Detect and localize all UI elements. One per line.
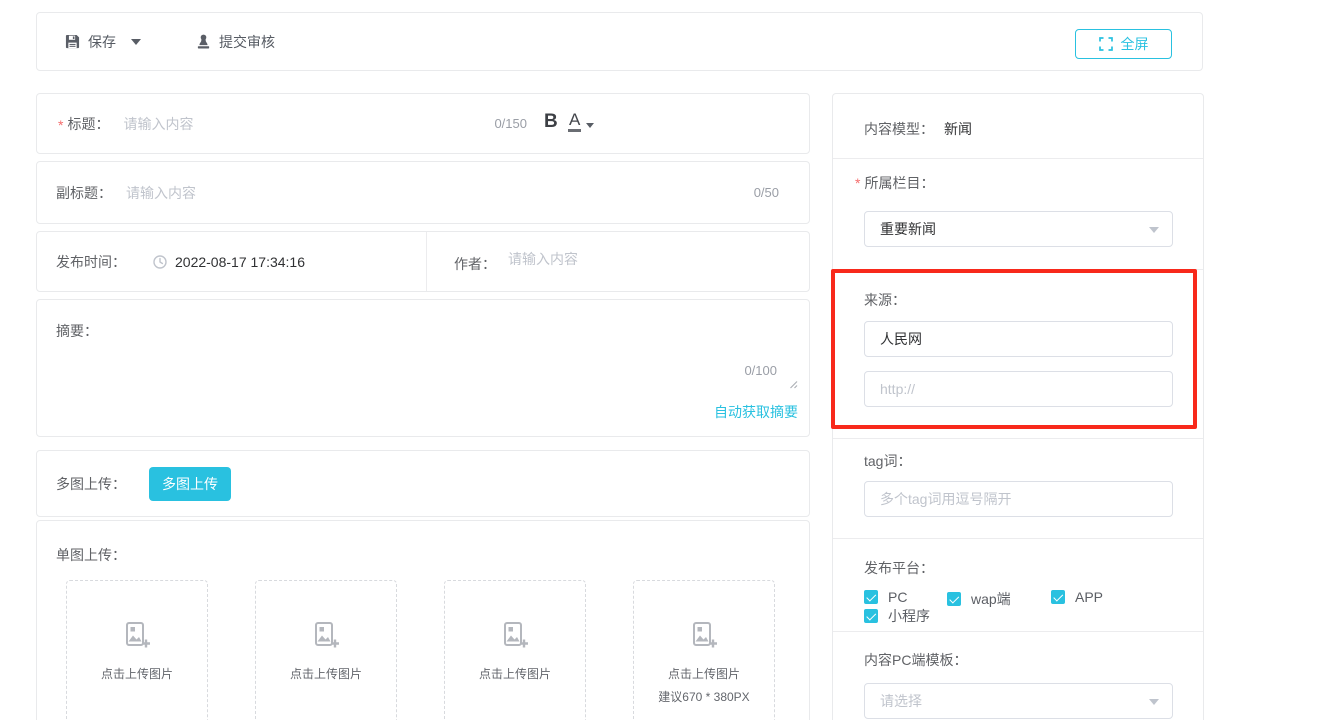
- save-button[interactable]: 保存: [65, 13, 141, 70]
- section-divider: [833, 438, 1203, 439]
- source-label: 来源：: [864, 292, 906, 308]
- multi-upload-button[interactable]: 多图上传: [149, 467, 231, 501]
- auto-fetch-summary-link[interactable]: 自动获取摘要: [714, 402, 798, 422]
- summary-counter: 0/100: [744, 363, 777, 378]
- upload-box[interactable]: 点击上传图片 建议670 * 380PX: [633, 580, 775, 720]
- checkbox-wap[interactable]: wap端: [947, 589, 1011, 609]
- required-asterisk: *: [58, 117, 64, 133]
- summary-textarea[interactable]: [117, 308, 801, 393]
- fullscreen-label: 全屏: [1120, 36, 1149, 52]
- checkbox-pc[interactable]: PC: [864, 589, 907, 605]
- chevron-down-icon: [131, 38, 141, 45]
- subtitle-counter: 0/50: [753, 185, 779, 200]
- author-label: 作者：: [454, 256, 496, 272]
- cms-article-editor: 保存 提交审核 全屏 * 标题： 0/150 B A: [0, 0, 1319, 720]
- summary-field: 摘要： 0/100 自动获取摘要: [36, 299, 810, 437]
- chevron-down-icon: [1149, 227, 1159, 233]
- pc-template-select[interactable]: 请选择: [864, 683, 1173, 719]
- submit-review-button[interactable]: 提交审核: [196, 13, 275, 70]
- checkbox-checked-icon: [864, 609, 878, 623]
- subtitle-label: 副标题：: [56, 184, 112, 201]
- category-select-value: 重要新闻: [880, 221, 936, 237]
- category-select[interactable]: 重要新闻: [864, 211, 1173, 247]
- field-divider: [426, 232, 427, 291]
- checkbox-app[interactable]: APP: [1051, 589, 1103, 605]
- title-input[interactable]: [123, 115, 424, 132]
- content-model-value: 新闻: [944, 121, 972, 137]
- save-label: 保存: [88, 33, 116, 50]
- upload-box[interactable]: 点击上传图片: [444, 580, 586, 720]
- article-settings-panel: 内容模型： 新闻 * 所属栏目： 重要新闻 来源： tag词： 发布平台： PC: [832, 93, 1204, 720]
- tag-input[interactable]: [864, 481, 1173, 517]
- subtitle-field: 副标题： 0/50: [36, 161, 810, 224]
- title-label: 标题：: [67, 115, 110, 132]
- pc-template-label: 内容PC端模板：: [864, 652, 968, 668]
- pc-template-placeholder: 请选择: [880, 693, 922, 709]
- required-asterisk: *: [855, 175, 861, 191]
- category-label-row: * 所属栏目：: [855, 173, 934, 193]
- image-plus-icon: [504, 622, 528, 648]
- upload-box[interactable]: 点击上传图片: [66, 580, 208, 720]
- multi-upload-label: 多图上传：: [56, 475, 126, 492]
- checkbox-checked-icon: [1051, 590, 1065, 604]
- content-model-label: 内容模型：: [864, 121, 934, 137]
- section-divider: [833, 158, 1203, 159]
- single-upload-label: 单图上传：: [56, 547, 126, 563]
- upload-box-label: 点击上传图片: [478, 667, 551, 681]
- upload-box[interactable]: 点击上传图片: [255, 580, 397, 720]
- section-divider: [833, 631, 1203, 632]
- submit-review-label: 提交审核: [219, 33, 275, 50]
- source-url-input[interactable]: [864, 371, 1173, 407]
- category-label: 所属栏目：: [864, 175, 935, 191]
- stamp-icon: [197, 34, 210, 48]
- checkbox-checked-icon: [947, 592, 961, 606]
- fullscreen-icon: [1098, 37, 1113, 51]
- publish-time-value[interactable]: 2022-08-17 17:34:16: [175, 254, 305, 270]
- tag-label: tag词：: [864, 453, 912, 469]
- upload-box-label: 点击上传图片: [100, 667, 173, 681]
- toolbar: 保存 提交审核 全屏: [36, 12, 1203, 71]
- single-upload-field: 单图上传： 点击上传图片 点击上传图片 点击上传图片 点击上传图片 建议670 …: [36, 520, 810, 720]
- publish-time-label: 发布时间：: [56, 253, 126, 270]
- resize-handle-icon[interactable]: [788, 379, 798, 389]
- upload-box-label: 点击上传图片: [289, 667, 362, 681]
- multi-upload-field: 多图上传： 多图上传: [36, 450, 810, 517]
- upload-box-label: 点击上传图片: [667, 667, 740, 681]
- bold-icon[interactable]: B: [544, 111, 558, 133]
- save-icon: [65, 34, 80, 49]
- fullscreen-button[interactable]: 全屏: [1075, 29, 1172, 59]
- platform-label: 发布平台：: [864, 560, 934, 576]
- chevron-down-icon: [586, 122, 595, 128]
- summary-label: 摘要：: [56, 323, 98, 339]
- section-divider: [833, 538, 1203, 539]
- title-counter: 0/150: [494, 116, 527, 131]
- image-plus-icon: [315, 622, 339, 648]
- title-field: * 标题： 0/150 B A: [36, 93, 810, 154]
- image-plus-icon: [126, 622, 150, 648]
- section-divider: [833, 269, 1203, 270]
- image-plus-icon: [693, 622, 717, 648]
- checkbox-miniprogram[interactable]: 小程序: [864, 606, 930, 626]
- clock-icon: [153, 255, 167, 269]
- author-input[interactable]: [508, 251, 788, 267]
- publish-time-author-field: 发布时间： 2022-08-17 17:34:16 作者：: [36, 231, 810, 292]
- chevron-down-icon: [1149, 699, 1159, 705]
- upload-box-hint: 建议670 * 380PX: [658, 690, 750, 704]
- font-color-icon[interactable]: A: [568, 111, 595, 132]
- checkbox-checked-icon: [864, 590, 878, 604]
- subtitle-input[interactable]: [126, 184, 546, 201]
- source-input[interactable]: [864, 321, 1173, 357]
